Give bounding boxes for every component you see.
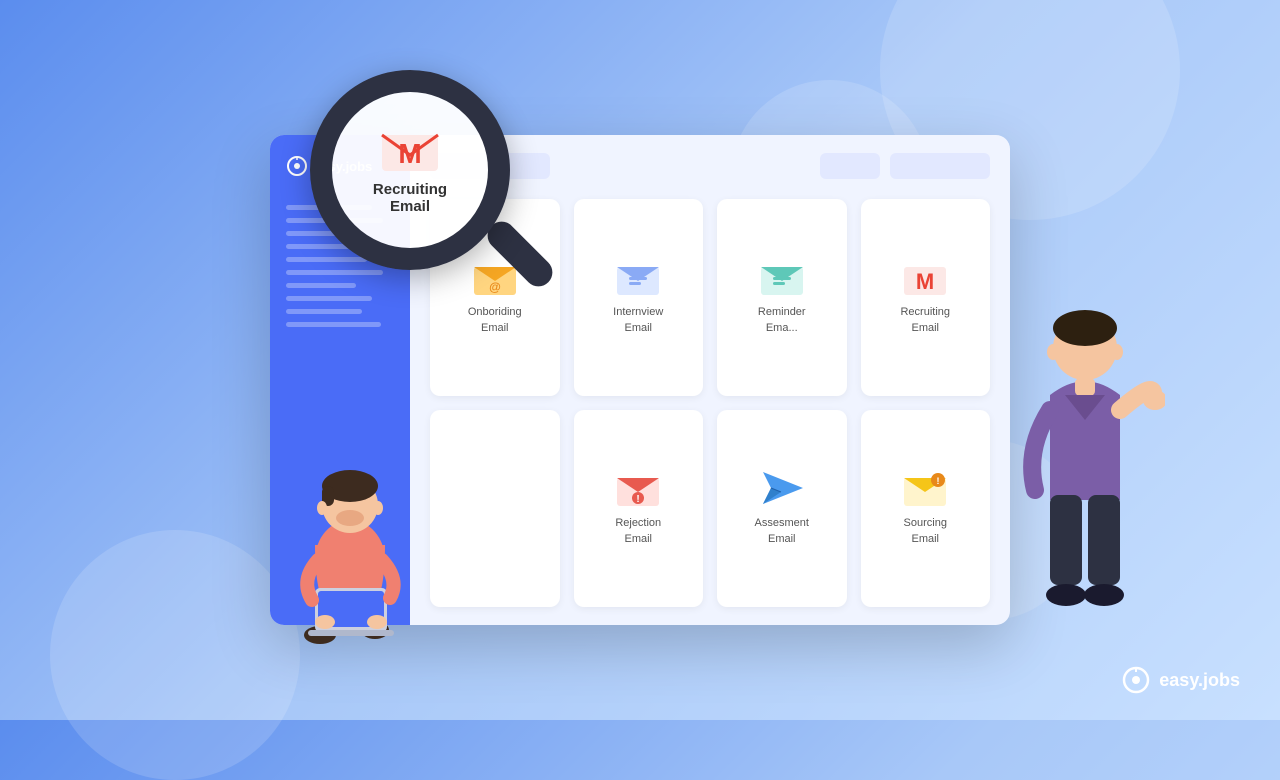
top-button-1[interactable] (820, 153, 880, 179)
empty-card-1 (430, 410, 560, 607)
person-sitting-illustration (260, 430, 440, 650)
interview-email-label: InternviewEmail (613, 305, 663, 336)
assessment-email-icon (759, 470, 805, 508)
interview-email-card[interactable]: InternviewEmail (574, 199, 704, 396)
sourcing-email-label: SourcingEmail (904, 516, 947, 547)
reminder-email-icon (759, 259, 805, 297)
magnifier-recruiting-label: RecruitingEmail (373, 181, 447, 215)
gmail-icon: M (380, 125, 440, 175)
svg-text:@: @ (489, 280, 501, 294)
sidebar-line (286, 257, 367, 262)
logo-icon (286, 155, 308, 177)
sidebar-line (286, 322, 381, 327)
person-standing-illustration (1005, 300, 1165, 620)
interview-email-icon (615, 259, 661, 297)
sourcing-email-icon: ! (902, 470, 948, 508)
recruiting-email-card[interactable]: M RecruitingEmail (861, 199, 991, 396)
bottom-logo-text: easy.jobs (1159, 670, 1240, 691)
magnifier-content: M RecruitingEmail (373, 125, 447, 215)
recruiting-email-label: RecruitingEmail (900, 305, 950, 336)
magnifier-glass: M RecruitingEmail (310, 70, 510, 270)
top-bar (430, 153, 990, 179)
sidebar-line (286, 296, 372, 301)
svg-text:M: M (398, 138, 421, 169)
rejection-email-icon: ! (615, 470, 661, 508)
svg-text:!: ! (637, 494, 640, 505)
assessment-email-card[interactable]: AssesmentEmail (717, 410, 847, 607)
sourcing-email-card[interactable]: ! SourcingEmail (861, 410, 991, 607)
svg-text:!: ! (937, 476, 940, 486)
reminder-email-label: ReminderEma... (758, 305, 806, 336)
reminder-email-card[interactable]: ReminderEma... (717, 199, 847, 396)
rejection-email-label: RejectionEmail (615, 516, 661, 547)
sidebar-line (286, 309, 362, 314)
top-button-2[interactable] (890, 153, 990, 179)
bottom-logo-icon (1121, 665, 1151, 695)
sidebar-line (286, 270, 383, 275)
recruiting-email-icon: M (902, 259, 948, 297)
onboarding-email-label: OnboridingEmail (468, 305, 522, 336)
svg-text:M: M (916, 269, 934, 294)
sidebar-line (286, 283, 356, 288)
assessment-email-label: AssesmentEmail (755, 516, 809, 547)
rejection-email-card[interactable]: ! RejectionEmail (574, 410, 704, 607)
bottom-logo: easy.jobs (1121, 665, 1240, 695)
